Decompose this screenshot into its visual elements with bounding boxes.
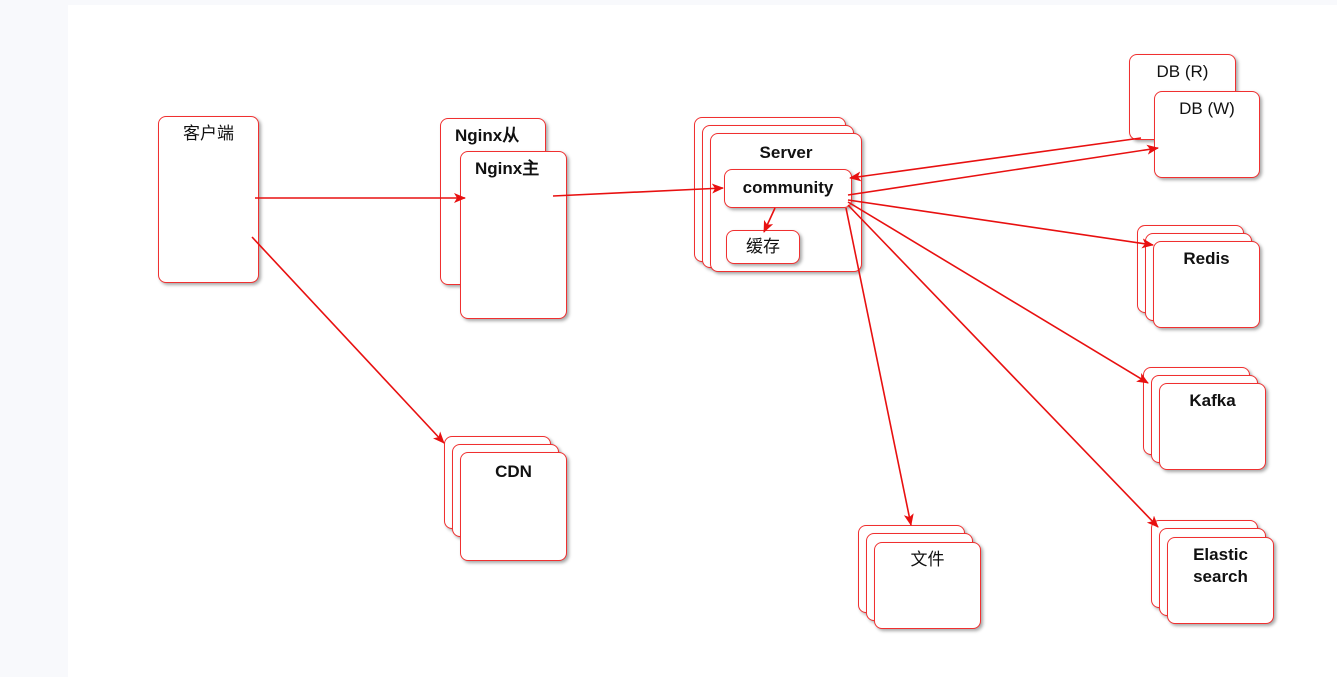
node-kafka: Kafka [1159, 383, 1266, 470]
node-elasticsearch: Elastic search [1167, 537, 1274, 624]
node-community: community [724, 169, 852, 208]
node-cache: 缓存 [726, 230, 800, 264]
node-nginx-master: Nginx主 [460, 151, 567, 319]
node-redis: Redis [1153, 241, 1260, 328]
node-db-write: DB (W) [1154, 91, 1260, 178]
node-client: 客户端 [158, 116, 259, 283]
node-cdn: CDN [460, 452, 567, 561]
node-file: 文件 [874, 542, 981, 629]
